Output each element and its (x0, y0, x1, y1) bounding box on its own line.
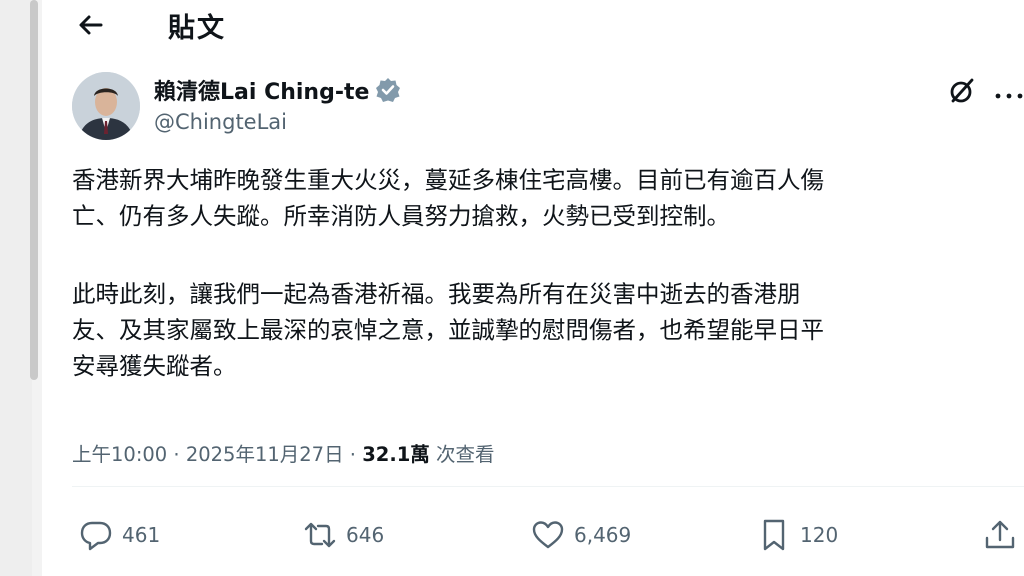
post-line: 此時此刻，讓我們一起為香港祈福。我要為所有在災害中逝去的香港朋 (72, 280, 801, 308)
post-line: 亡、仍有多人失蹤。所幸消防人員努力搶救，火勢已受到控制。 (72, 202, 730, 230)
bookmark-count: 120 (800, 523, 839, 547)
views-label: 次查看 (429, 443, 495, 466)
more-button[interactable] (994, 86, 1024, 99)
author-info: 賴清德Lai Ching-te @ChingteLai (154, 74, 401, 134)
share-button[interactable] (982, 512, 1018, 558)
grok-icon (950, 78, 974, 103)
bookmark-icon (763, 519, 785, 551)
post-meta: 上午10:00 · 2025年11月27日 · 32.1萬 次查看 (72, 438, 495, 467)
divider (72, 486, 1024, 487)
like-button[interactable]: 6,469 (530, 512, 631, 558)
bookmark-button[interactable]: 120 (756, 512, 838, 558)
repost-button[interactable]: 646 (302, 512, 384, 558)
post-line: 安尋獲失蹤者。 (72, 352, 237, 380)
share-icon (985, 520, 1015, 549)
avatar[interactable] (72, 72, 140, 140)
reply-button[interactable]: 461 (78, 512, 160, 558)
verified-badge-icon (376, 78, 401, 102)
repost-count: 646 (346, 523, 385, 547)
post-time[interactable]: 上午10:00 (72, 443, 167, 466)
grok-button[interactable] (947, 76, 977, 106)
like-count: 6,469 (574, 523, 632, 547)
reply-count: 461 (122, 523, 161, 547)
views-count: 32.1萬 (362, 443, 430, 466)
arrow-left-icon (79, 15, 103, 35)
post-line: 香港新界大埔昨晚發生重大火災，蔓延多棟住宅高樓。目前已有逾百人傷 (72, 166, 824, 194)
page-title: 貼文 (168, 13, 226, 44)
post-date[interactable]: 2025年11月27日 (186, 443, 344, 466)
back-button[interactable] (74, 8, 108, 42)
more-horizontal-icon (995, 93, 1023, 99)
page-header: 貼文 (42, 0, 1024, 52)
repost-icon (304, 522, 336, 548)
meta-separator: · (167, 443, 186, 466)
meta-separator: · (343, 443, 363, 466)
post-text: 香港新界大埔昨晚發生重大火災，蔓延多棟住宅高樓。目前已有逾百人傷 亡、仍有多人失… (72, 162, 1012, 384)
avatar-photo (72, 72, 140, 140)
display-name[interactable]: 賴清德Lai Ching-te (154, 74, 369, 106)
action-bar: 461 646 6,469 120 (72, 512, 1024, 558)
user-handle[interactable]: @ChingteLai (154, 110, 401, 134)
post-line: 友、及其家屬致上最深的哀悼之意，並誠摯的慰問傷者，也希望能早日平 (72, 316, 824, 344)
post-panel: 貼文 賴清德Lai Ching-te @ChingteLai 香港新界大埔昨晚發… (42, 0, 1024, 576)
left-rail (0, 0, 38, 576)
scrollbar[interactable] (30, 0, 38, 380)
reply-icon (80, 521, 112, 551)
heart-icon (532, 521, 564, 549)
